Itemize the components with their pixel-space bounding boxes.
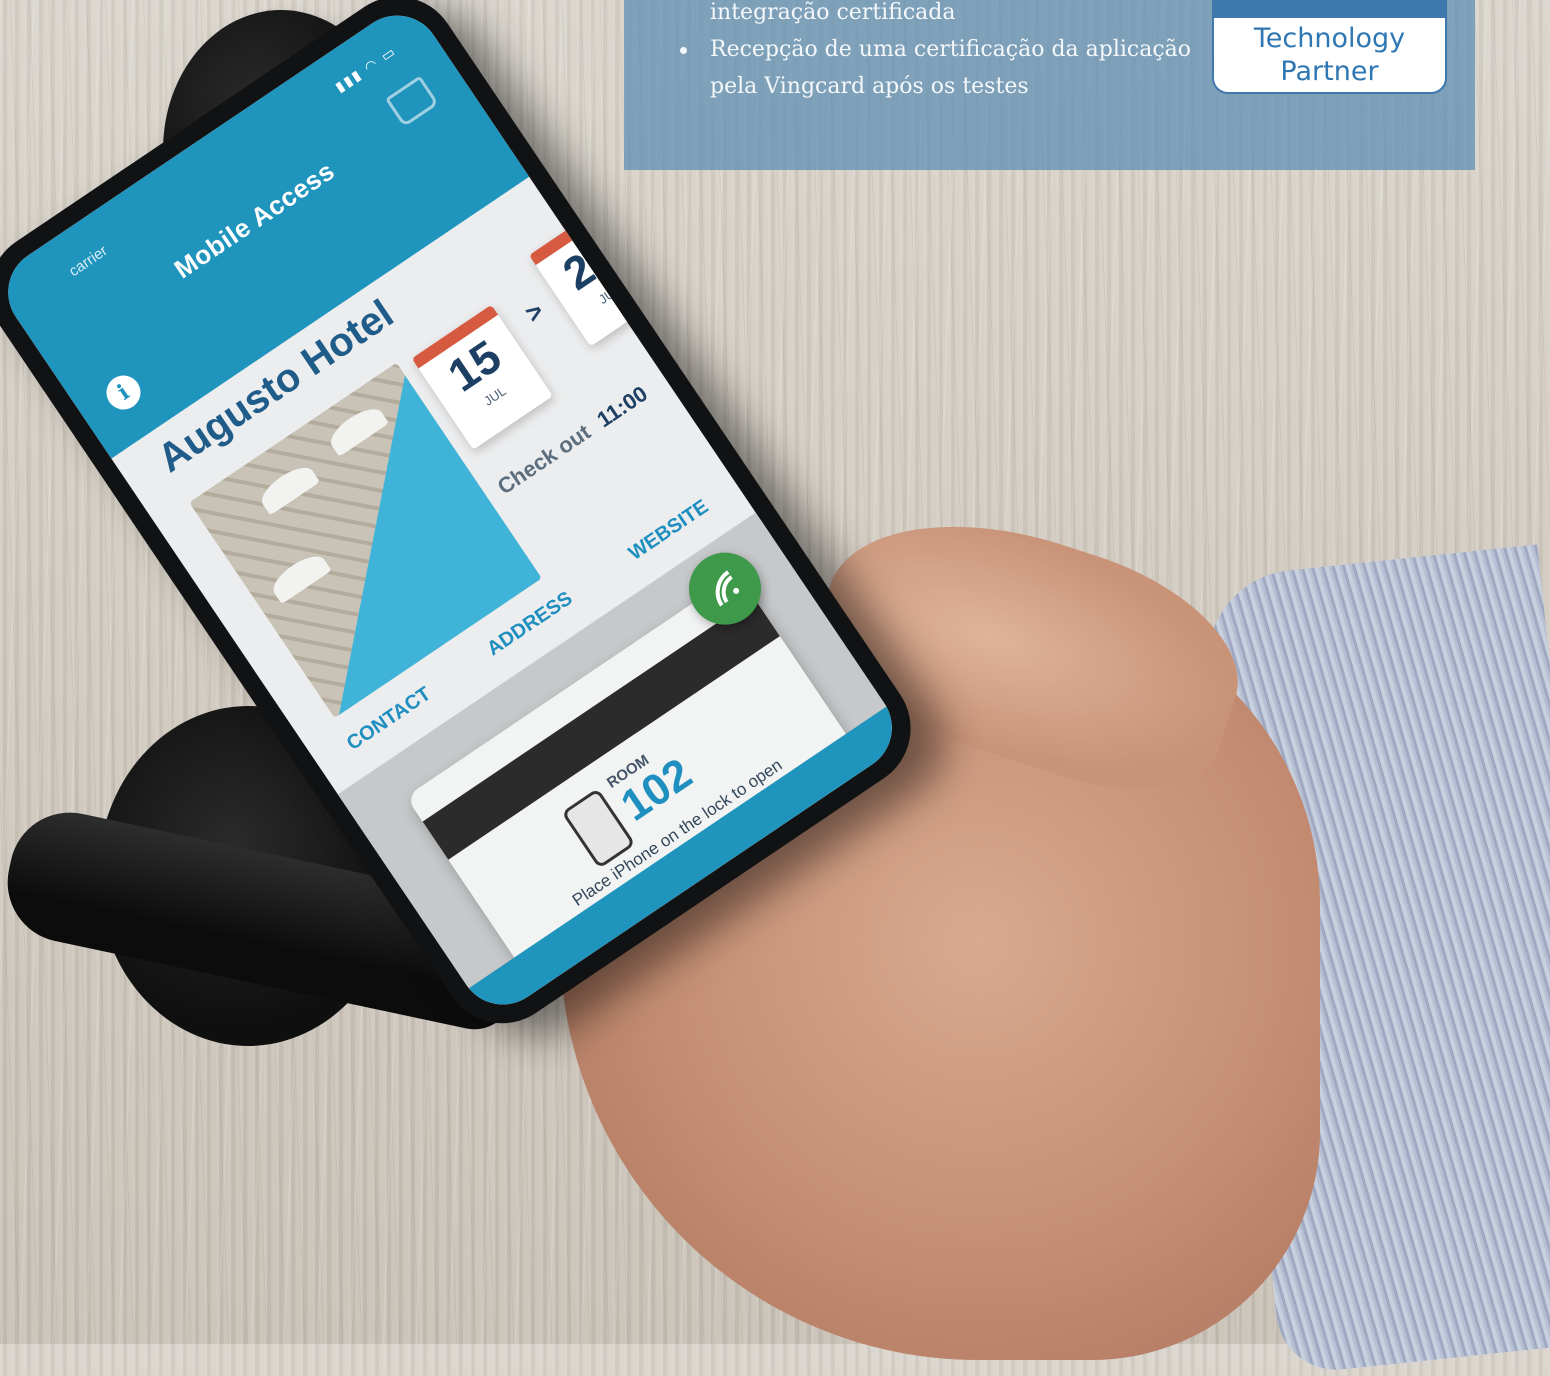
carrier-label: carrier	[65, 242, 111, 281]
battery-icon: ▭	[377, 42, 400, 65]
feature-item-certification: Recepção de uma certificação da aplicaçã…	[680, 31, 1200, 105]
parasol	[324, 401, 390, 457]
info-icon[interactable]: i	[99, 368, 148, 417]
feature-list: integração certificada Recepção de uma c…	[680, 0, 1200, 105]
feature-item-continuation: integração certificada	[710, 0, 956, 25]
badge-line-1: Technology	[1253, 23, 1406, 54]
parasol	[267, 548, 332, 605]
check-out-time: 11:00	[592, 380, 652, 433]
badge-line-2: Partner	[1280, 56, 1379, 87]
date-arrow: >	[519, 295, 549, 329]
parasol	[255, 460, 321, 516]
status-icons: ▮▮▮ ◠ ▭	[332, 42, 400, 95]
signal-icon: ▮▮▮	[332, 65, 366, 96]
badge-band	[1214, 0, 1445, 18]
wifi-icon: ◠	[361, 54, 382, 76]
badge-text: Technology Partner	[1214, 22, 1445, 88]
check-out-label: Check out	[492, 419, 595, 500]
technology-partner-badge: Technology Partner	[1212, 0, 1447, 94]
